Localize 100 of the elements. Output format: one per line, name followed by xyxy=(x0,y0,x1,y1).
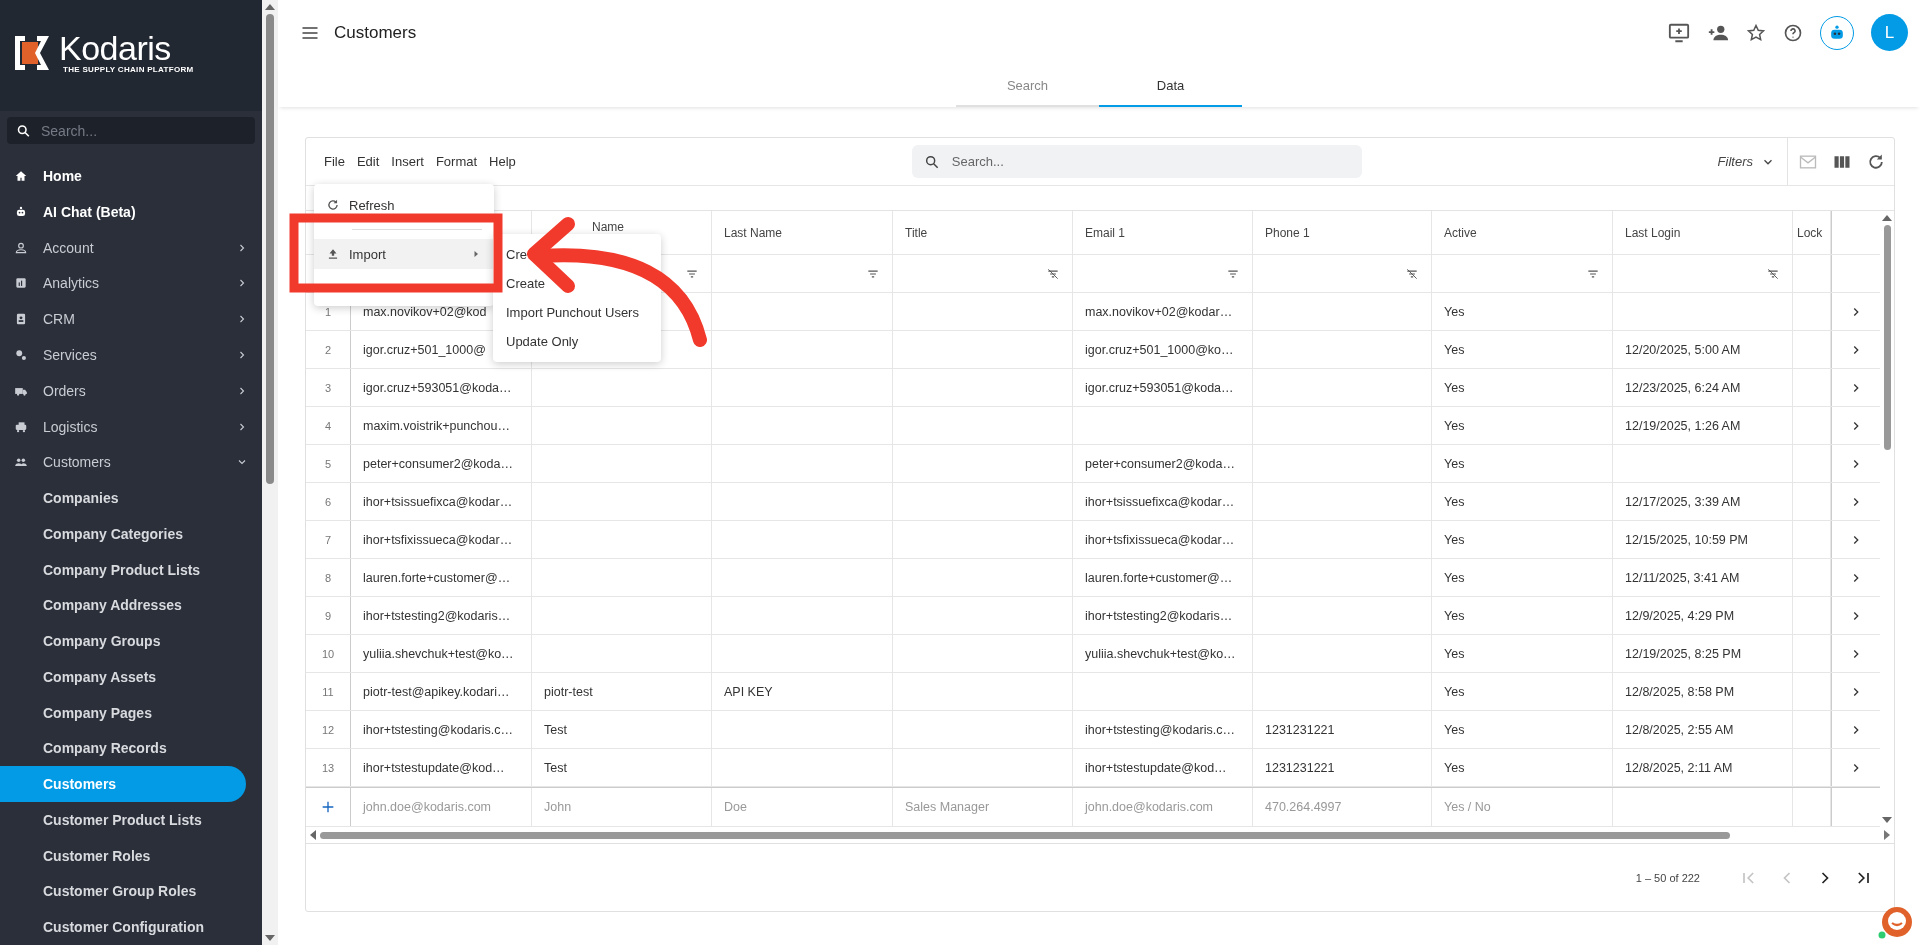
row-number: 7 xyxy=(324,533,332,546)
menubar-item[interactable]: Insert xyxy=(385,154,430,169)
table-cell: ihor+tstesting2@kodaris… xyxy=(363,608,511,623)
star-icon xyxy=(1746,22,1766,43)
table-cell: 12/11/2025, 3:41 AM xyxy=(1625,570,1740,585)
table-cell: max.novikov+02@kod xyxy=(363,304,487,319)
page-title: Customers xyxy=(334,22,418,43)
sidebar-item[interactable]: Analytics xyxy=(0,265,262,302)
menu-item[interactable]: Cre xyxy=(493,240,661,269)
table-cell: piotr-test@apikey.kodari… xyxy=(363,684,510,699)
row-number: 9 xyxy=(324,609,332,622)
refresh-icon xyxy=(326,198,340,212)
table-cell: Yes xyxy=(1444,646,1465,661)
sidebar-search-field[interactable]: Search... xyxy=(7,117,255,145)
robot-icon xyxy=(14,204,28,219)
sidebar-subitem[interactable]: Customer Roles xyxy=(0,837,246,874)
table-cell: 12/20/2025, 5:00 AM xyxy=(1625,342,1741,357)
table-cell: lauren.forte+customer@… xyxy=(363,570,511,585)
sidebar-subitem[interactable]: Company Records xyxy=(0,730,246,767)
tab[interactable]: Search xyxy=(956,65,1099,107)
menubar-item[interactable]: Format xyxy=(429,154,484,169)
row-number: 3 xyxy=(324,381,332,394)
table-cell: ihor+tstesting@kodaris.c… xyxy=(1085,722,1235,737)
column-header[interactable]: Phone 1 xyxy=(1265,225,1310,240)
column-header[interactable]: Last Login xyxy=(1625,225,1681,240)
sidebar-subitem[interactable]: Company Assets xyxy=(0,659,246,695)
scrollbar[interactable] xyxy=(262,0,278,945)
column-header[interactable]: Active xyxy=(1444,225,1477,240)
sidebar-subitem[interactable]: Company Addresses xyxy=(0,587,246,624)
table-cell: API KEY xyxy=(724,684,773,699)
sidebar-item[interactable]: Home xyxy=(0,158,262,195)
column-header[interactable]: Lock xyxy=(1797,225,1823,240)
table-cell: igor.cruz+593051@koda… xyxy=(363,380,512,395)
filters-button[interactable]: Filters xyxy=(1717,154,1787,169)
table-cell: igor.cruz+501_1000@ko… xyxy=(1085,342,1234,357)
menu-item[interactable]: Create xyxy=(493,269,661,298)
search-icon xyxy=(16,123,31,139)
row-number: 10 xyxy=(321,647,335,660)
column-header[interactable]: Email 1 xyxy=(1085,225,1125,240)
menu-item[interactable]: Update Only xyxy=(493,327,661,356)
table-cell: 12/8/2025, 2:11 AM xyxy=(1625,760,1733,775)
home-icon xyxy=(14,169,28,184)
table-cell: ihor+tsissuefixca@kodar… xyxy=(1085,494,1235,509)
sidebar-item[interactable]: Logistics xyxy=(0,408,262,445)
column-header[interactable]: Name xyxy=(592,220,624,234)
table-cell: ihor+tsfixissueca@kodar… xyxy=(363,532,513,547)
table-cell: ihor+tsfixissueca@kodar… xyxy=(1085,532,1235,547)
table-cell: igor.cruz+501_1000@ xyxy=(363,342,486,357)
sidebar-subitem[interactable]: Companies xyxy=(0,480,246,516)
table-cell: Yes xyxy=(1444,342,1465,357)
menubar-item[interactable]: Edit xyxy=(350,154,386,169)
chat-icon[interactable] xyxy=(1878,905,1912,939)
sidebar-item[interactable]: Orders xyxy=(0,372,262,409)
table-cell: Yes xyxy=(1444,760,1465,775)
row-number: 1 xyxy=(324,305,332,318)
table-cell: Test xyxy=(544,722,567,737)
table-cell: Yes xyxy=(1444,722,1465,737)
sidebar-subitem[interactable]: Company Pages xyxy=(0,694,246,731)
menubar-item[interactable]: File xyxy=(318,154,351,169)
table-cell: 12/9/2025, 4:29 PM xyxy=(1625,608,1735,623)
table-cell: max.novikov+02@kodar… xyxy=(1085,304,1233,319)
sidebar-item[interactable]: Customers xyxy=(0,444,262,481)
sidebar-item[interactable]: CRM xyxy=(0,301,262,338)
plus-icon xyxy=(320,799,336,815)
tab[interactable]: Data xyxy=(1099,65,1242,107)
sidebar-item[interactable]: AI Chat (Beta) xyxy=(0,194,262,230)
menubar-item[interactable]: Help xyxy=(483,154,522,169)
table-cell: ihor+tstesting2@kodaris… xyxy=(1085,608,1233,623)
table-cell: 12/23/2025, 6:24 AM xyxy=(1625,380,1741,395)
search-icon xyxy=(923,153,940,170)
column-header[interactable]: Last Name xyxy=(724,225,783,240)
row-number: 6 xyxy=(324,495,332,508)
row-number: 11 xyxy=(322,685,334,698)
menu-item[interactable]: Import xyxy=(314,239,494,269)
table-cell: 1231231221 xyxy=(1265,760,1335,775)
help-icon xyxy=(1783,22,1803,43)
sidebar-subitem[interactable]: Customer Group Roles xyxy=(0,873,246,910)
brand-name: Kodaris xyxy=(59,31,171,66)
menu-item[interactable]: Refresh xyxy=(314,190,494,220)
brand-tagline: THE SUPPLY CHAIN PLATFORM xyxy=(63,66,194,75)
column-header[interactable]: Title xyxy=(905,225,928,240)
sidebar-subitem[interactable]: Company Groups xyxy=(0,623,246,659)
table-cell: peter+consumer2@koda… xyxy=(1085,456,1235,471)
sidebar-item[interactable]: Account xyxy=(0,229,262,266)
table-cell: 12/8/2025, 2:55 AM xyxy=(1625,722,1734,737)
table-cell: 1231231221 xyxy=(1265,722,1335,737)
sidebar-subitem[interactable]: Company Product Lists xyxy=(0,551,246,588)
add-row-button[interactable] xyxy=(320,799,336,815)
table-cell: 12/15/2025, 10:59 PM xyxy=(1625,532,1748,547)
table-cell: 12/8/2025, 8:58 PM xyxy=(1625,684,1735,699)
table-search-field[interactable]: Search... xyxy=(911,145,1362,178)
chart-icon xyxy=(14,276,28,291)
table-cell: piotr-test xyxy=(544,684,593,699)
menu-item[interactable]: Import Punchout Users xyxy=(493,298,661,327)
sidebar-item[interactable]: Services xyxy=(0,337,262,373)
table-cell: Yes xyxy=(1444,570,1465,585)
sidebar-subitem[interactable]: Customer Product Lists xyxy=(0,802,246,838)
sidebar-subitem[interactable]: Company Categories xyxy=(0,515,246,552)
table-cell: ihor+tstesting@kodaris.c… xyxy=(363,722,513,737)
sidebar-subitem[interactable]: Customer Configuration xyxy=(0,909,246,945)
